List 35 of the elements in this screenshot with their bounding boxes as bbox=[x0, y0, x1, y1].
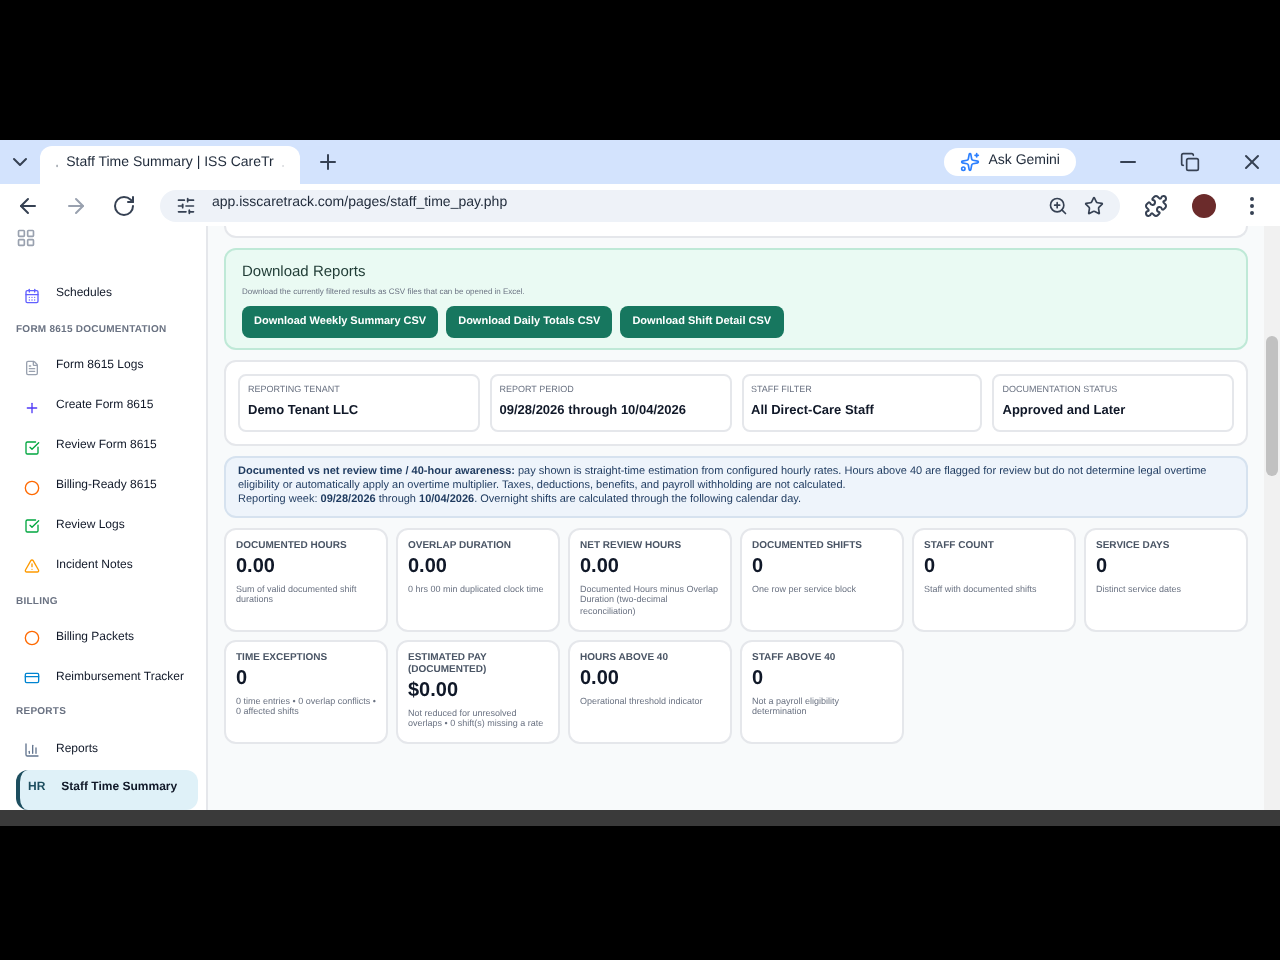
stat-value: 0 bbox=[236, 667, 250, 692]
profile-avatar[interactable] bbox=[1192, 193, 1216, 217]
calendar-icon bbox=[24, 287, 40, 304]
checkbox-icon bbox=[24, 439, 40, 456]
stat-value: 0.00 bbox=[236, 555, 277, 580]
reload-icon[interactable] bbox=[112, 193, 136, 217]
close-window-icon[interactable] bbox=[1240, 150, 1264, 174]
dot-icon bbox=[24, 479, 40, 496]
checkbox-icon bbox=[24, 518, 40, 535]
stat-value: 0.00 bbox=[408, 555, 449, 580]
card-icon bbox=[24, 670, 40, 687]
site-settings-icon[interactable] bbox=[176, 195, 196, 215]
stat-value: 0.00 bbox=[580, 555, 621, 580]
document-icon bbox=[24, 359, 40, 376]
scrollbar[interactable] bbox=[1264, 226, 1280, 810]
dot-icon bbox=[24, 630, 40, 647]
new-tab-icon[interactable] bbox=[316, 150, 340, 174]
scrollbar-thumb[interactable] bbox=[1266, 336, 1278, 476]
bookmark-star-icon[interactable] bbox=[1084, 195, 1104, 215]
extensions-icon[interactable] bbox=[1144, 193, 1168, 217]
stat-value: 0 bbox=[752, 555, 766, 580]
warning-icon bbox=[24, 558, 40, 575]
back-icon[interactable] bbox=[16, 193, 40, 217]
plus-icon bbox=[24, 399, 40, 416]
apps-icon[interactable] bbox=[16, 228, 36, 248]
stat-value: 0 bbox=[924, 555, 938, 580]
restore-icon[interactable] bbox=[1180, 152, 1200, 172]
stat-value: 0 bbox=[752, 667, 766, 692]
stat-value: $0.00 bbox=[408, 679, 461, 704]
zoom-icon[interactable] bbox=[1048, 195, 1068, 215]
sparkle-icon bbox=[960, 152, 981, 172]
forward-icon[interactable] bbox=[64, 193, 88, 217]
stat-value: 0.00 bbox=[580, 667, 621, 692]
chart-icon bbox=[24, 742, 40, 759]
stat-value: 0 bbox=[1096, 555, 1110, 580]
